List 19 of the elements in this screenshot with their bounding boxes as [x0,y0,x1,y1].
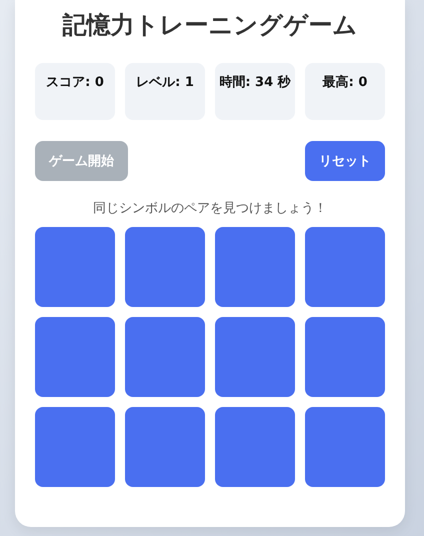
memory-card[interactable] [125,407,205,487]
memory-card[interactable] [305,227,385,307]
stat-box: スコア: 0 [35,63,115,120]
stat-box: 時間: 34 秒 [215,63,295,120]
memory-card[interactable] [305,317,385,397]
game-title: 記憶力トレーニングゲーム [61,10,358,41]
stat-box: レベル: 1 [125,63,205,120]
memory-card[interactable] [125,317,205,397]
memory-card[interactable] [215,317,295,397]
memory-card[interactable] [215,407,295,487]
memory-card[interactable] [35,227,115,307]
stat-box: 最高: 0 [305,63,385,120]
memory-card[interactable] [125,227,205,307]
memory-card[interactable] [35,407,115,487]
reset-button[interactable]: リセット [305,141,385,181]
memory-card[interactable] [305,407,385,487]
memory-card[interactable] [215,227,295,307]
memory-card[interactable] [35,317,115,397]
instruction-text: 同じシンボルのペアを見つけましょう！ [92,200,328,217]
